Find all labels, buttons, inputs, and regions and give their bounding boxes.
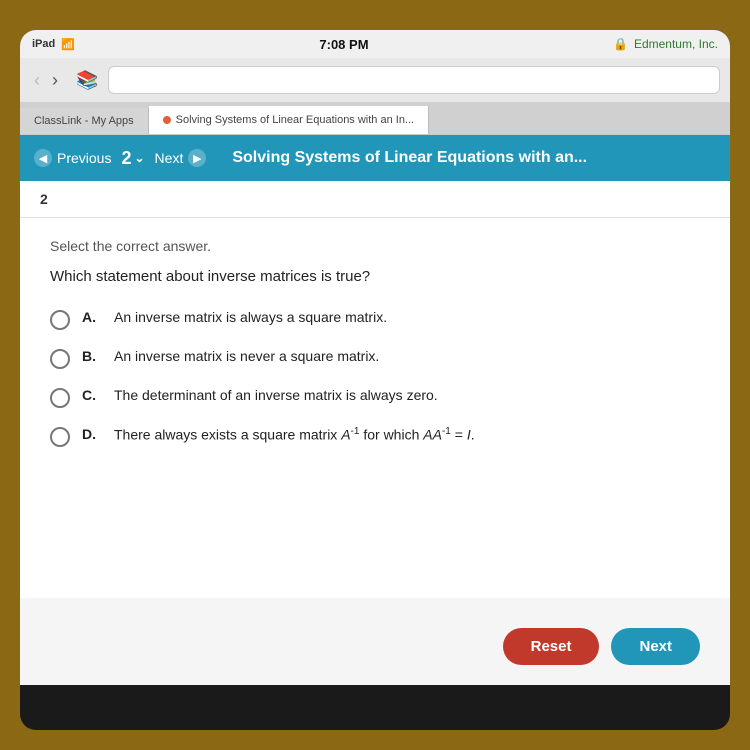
answer-options: A. An inverse matrix is always a square … [50,309,700,447]
option-a-label: A. [82,309,102,325]
radio-b[interactable] [50,349,70,369]
question-number-control[interactable]: 2 ⌄ [121,148,144,169]
option-d[interactable]: D. There always exists a square matrix A… [50,426,700,447]
option-a-text: An inverse matrix is always a square mat… [114,309,387,325]
next-button-toolbar[interactable]: Next ▶ [155,149,207,167]
prev-icon: ◀ [34,149,52,167]
previous-label: Previous [57,150,111,166]
wifi-icon: 📶 [61,38,75,51]
option-c-text: The determinant of an inverse matrix is … [114,387,438,403]
question-area: 2 Select the correct answer. Which state… [20,181,730,685]
ipad-label: iPad [32,38,55,50]
tab-classlink-label: ClassLink - My Apps [34,115,134,127]
option-b[interactable]: B. An inverse matrix is never a square m… [50,348,700,369]
option-b-label: B. [82,348,102,364]
next-icon: ▶ [188,149,206,167]
bookmarks-icon[interactable]: 📚 [76,70,98,91]
question-text: Which statement about inverse matrices i… [50,268,700,285]
lock-icon: 🔒 [613,37,628,51]
tab-dot-icon [163,116,171,124]
status-left: iPad 📶 [32,38,75,51]
radio-c[interactable] [50,388,70,408]
address-bar[interactable] [108,66,720,94]
time-display: 7:08 PM [319,37,368,52]
previous-button[interactable]: ◀ Previous [34,149,111,167]
next-label-toolbar: Next [155,150,184,166]
tab-solving[interactable]: Solving Systems of Linear Equations with… [149,106,429,134]
brand-name: Edmentum, Inc. [634,37,718,51]
chevron-down-icon: ⌄ [134,151,144,165]
tabs-bar: ClassLink - My Apps Solving Systems of L… [20,102,730,134]
option-c-label: C. [82,387,102,403]
radio-a[interactable] [50,310,70,330]
browser-nav: ‹ › 📚 [20,58,730,102]
next-button[interactable]: Next [611,628,700,665]
question-num-display: 2 [121,148,131,169]
brand-display: 🔒 Edmentum, Inc. [613,37,718,51]
tab-solving-label: Solving Systems of Linear Equations with… [176,114,414,126]
edmentum-toolbar: ◀ Previous 2 ⌄ Next ▶ Solving Systems of… [20,135,730,181]
device-frame: iPad 📶 7:08 PM 🔒 Edmentum, Inc. ‹ › 📚 Cl… [20,30,730,730]
radio-d[interactable] [50,427,70,447]
option-c[interactable]: C. The determinant of an inverse matrix … [50,387,700,408]
option-d-text: There always exists a square matrix A-1 … [114,426,475,443]
question-number-bar: 2 [20,181,730,218]
status-bar: iPad 📶 7:08 PM 🔒 Edmentum, Inc. [20,30,730,58]
back-button[interactable]: ‹ [30,68,44,93]
question-instruction: Select the correct answer. [50,238,700,254]
option-a[interactable]: A. An inverse matrix is always a square … [50,309,700,330]
option-d-label: D. [82,426,102,442]
forward-button[interactable]: › [48,68,62,93]
action-buttons: Reset Next [20,598,730,685]
question-number: 2 [40,191,48,207]
tab-classlink[interactable]: ClassLink - My Apps [20,108,149,134]
option-b-text: An inverse matrix is never a square matr… [114,348,379,364]
lesson-title: Solving Systems of Linear Equations with… [232,149,716,167]
nav-arrows: ‹ › [30,68,62,93]
question-content: Select the correct answer. Which stateme… [20,218,730,598]
browser-chrome: ‹ › 📚 ClassLink - My Apps Solving System… [20,58,730,135]
reset-button[interactable]: Reset [503,628,600,665]
